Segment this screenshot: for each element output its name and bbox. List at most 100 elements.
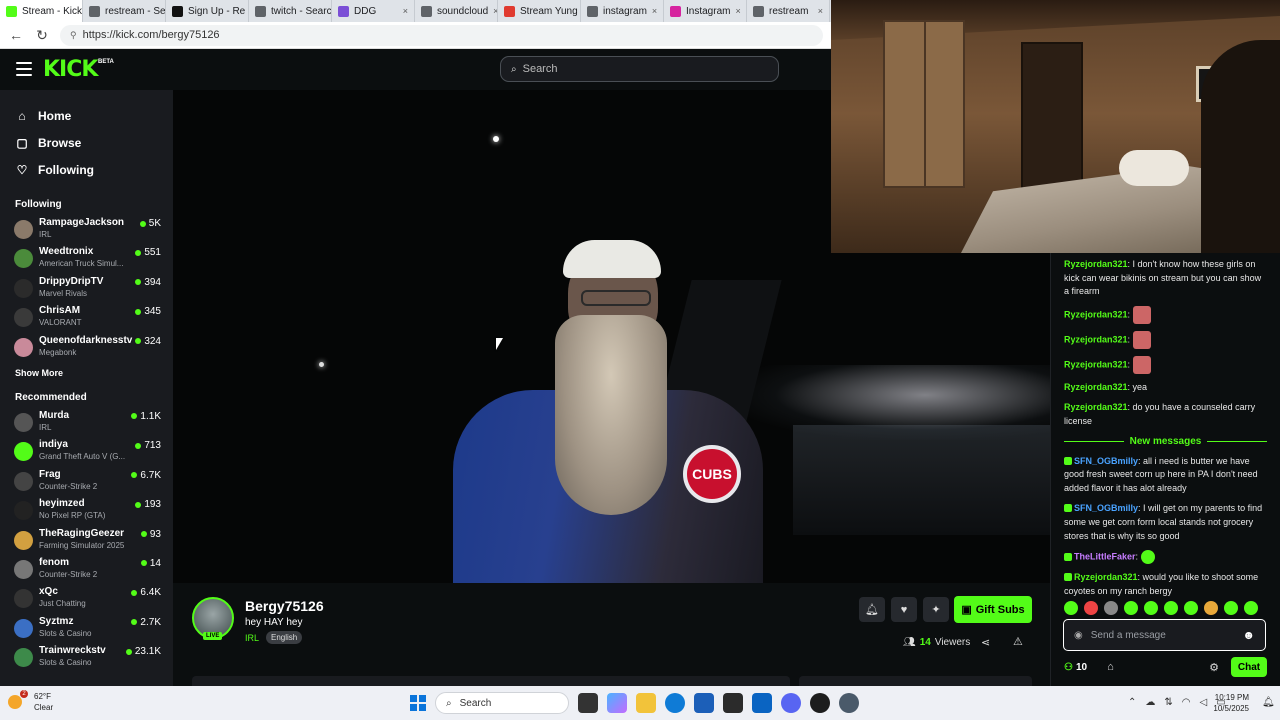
emote-icon[interactable] bbox=[1144, 601, 1158, 615]
back-icon[interactable]: ← bbox=[8, 27, 24, 43]
emote-icon[interactable] bbox=[1124, 601, 1138, 615]
task-view-icon[interactable] bbox=[578, 693, 598, 713]
channel-points[interactable]: ⚇ 10 bbox=[1064, 662, 1087, 673]
emote-icon[interactable] bbox=[1224, 601, 1238, 615]
chat-input[interactable]: ◉ Send a message ☻ bbox=[1063, 619, 1266, 651]
emote-icon[interactable] bbox=[1244, 601, 1258, 615]
emote-icon[interactable] bbox=[1064, 601, 1078, 615]
browser-tab[interactable]: instagram × bbox=[581, 0, 664, 22]
chevron-up-icon[interactable]: ⌃ bbox=[1128, 697, 1136, 708]
sparkle-icon[interactable]: ✦ bbox=[923, 597, 949, 622]
channel-item[interactable]: xQc Just Chatting 6.4K bbox=[0, 584, 173, 613]
channel-item[interactable]: Weedtronix American Truck Simul... 551 bbox=[0, 244, 173, 273]
channel-item[interactable]: Frag Counter-Strike 2 6.7K bbox=[0, 467, 173, 496]
emote-icon[interactable] bbox=[1184, 601, 1198, 615]
channel-item[interactable]: indiya Grand Theft Auto V (G... 713 bbox=[0, 437, 173, 466]
windows-start-icon[interactable] bbox=[410, 695, 426, 711]
dropbox-icon[interactable] bbox=[723, 693, 743, 713]
category-link[interactable]: IRL bbox=[245, 633, 259, 643]
onedrive-icon[interactable]: ☁ bbox=[1145, 697, 1155, 708]
browser-tab[interactable]: restream - Search× bbox=[83, 0, 166, 22]
chat-username[interactable]: Ryzejordan321 bbox=[1064, 359, 1128, 369]
chat-username[interactable]: Ryzejordan321 bbox=[1074, 572, 1138, 582]
sidebar-item-home[interactable]: ⌂ Home bbox=[0, 102, 173, 129]
outlook-icon[interactable] bbox=[752, 693, 772, 713]
settings-icon[interactable] bbox=[839, 693, 859, 713]
search-placeholder: Search bbox=[522, 63, 558, 75]
taskbar-search[interactable]: ⌕ Search bbox=[435, 692, 569, 714]
browser-tab[interactable]: soundcloud × bbox=[415, 0, 498, 22]
emote-icon[interactable] bbox=[1104, 601, 1118, 615]
chat-username[interactable]: TheLittleFaker bbox=[1074, 552, 1136, 562]
gift-subs-button[interactable]: ▣ Gift Subs bbox=[954, 596, 1032, 623]
emoji-icon[interactable]: ☻ bbox=[1242, 628, 1255, 642]
tab-label: restream - Search bbox=[105, 5, 166, 17]
browser-tab[interactable]: Stream Yung× bbox=[498, 0, 581, 22]
browser-tab[interactable]: restream × bbox=[747, 0, 830, 22]
store-icon[interactable]: ⌂ bbox=[1107, 661, 1114, 673]
chat-username[interactable]: Ryzejordan321 bbox=[1064, 402, 1128, 412]
close-icon[interactable]: × bbox=[403, 6, 408, 16]
chat-username[interactable]: Ryzejordan321 bbox=[1064, 382, 1128, 392]
emote-icon[interactable] bbox=[1164, 601, 1178, 615]
bell-icon[interactable]: 🔔︎ bbox=[859, 597, 885, 622]
recommended-heading: Recommended bbox=[15, 391, 87, 403]
copilot-icon[interactable] bbox=[607, 693, 627, 713]
channel-item[interactable]: heyimzed No Pixel RP (GTA) 193 bbox=[0, 496, 173, 525]
notification-bell-icon[interactable]: 🔔︎ bbox=[1262, 697, 1275, 708]
channel-item[interactable]: fenom Counter-Strike 2 14 bbox=[0, 555, 173, 584]
channel-text: RampageJackson IRL bbox=[39, 215, 135, 239]
share-icon[interactable]: ⋖ bbox=[981, 636, 990, 649]
chat-username[interactable]: Ryzejordan321 bbox=[1064, 259, 1128, 269]
store-icon[interactable] bbox=[694, 693, 714, 713]
reload-icon[interactable]: ↻ bbox=[34, 27, 50, 44]
browser-tab[interactable]: Instagram × bbox=[664, 0, 747, 22]
browser-tab[interactable]: twitch - Search× bbox=[249, 0, 332, 22]
discord-icon[interactable] bbox=[781, 693, 801, 713]
obs-icon[interactable] bbox=[810, 693, 830, 713]
file-explorer-icon[interactable] bbox=[636, 693, 656, 713]
mouse-cursor-icon bbox=[496, 338, 503, 350]
network-icon[interactable]: ⇅ bbox=[1164, 697, 1172, 708]
channel-item[interactable]: DrippyDripTV Marvel Rivals 394 bbox=[0, 274, 173, 303]
gear-icon[interactable]: ⚙ bbox=[1209, 661, 1219, 674]
edge-icon[interactable] bbox=[665, 693, 685, 713]
channel-item[interactable]: Syztmz Slots & Casino 2.7K bbox=[0, 614, 173, 643]
language-tag[interactable]: English bbox=[266, 631, 303, 644]
close-icon[interactable]: × bbox=[652, 6, 657, 16]
report-icon[interactable]: ⚠ bbox=[1013, 635, 1023, 648]
clock[interactable]: 10:19 PM 10/5/2025 bbox=[1205, 692, 1249, 714]
sidebar-item-browse[interactable]: ▢ Browse bbox=[0, 129, 173, 156]
close-icon[interactable]: × bbox=[818, 6, 823, 16]
streamer-name[interactable]: Bergy75126 bbox=[245, 598, 324, 614]
channel-item[interactable]: Queenofdarknesstv Megabonk 324 bbox=[0, 333, 173, 362]
site-info-icon[interactable]: ⚲ bbox=[70, 30, 77, 41]
kick-logo[interactable]: KICK bbox=[43, 57, 98, 82]
emote-icon[interactable] bbox=[1204, 601, 1218, 615]
browser-tab[interactable]: DDG × bbox=[332, 0, 415, 22]
browser-tab[interactable]: Sign Up - Re× bbox=[166, 0, 249, 22]
browser-tab[interactable]: Stream - Kick× bbox=[0, 0, 83, 22]
menu-icon[interactable] bbox=[16, 62, 32, 76]
wifi-icon[interactable]: ◠ bbox=[1182, 697, 1191, 708]
channel-item[interactable]: Murda IRL 1.1K bbox=[0, 408, 173, 437]
chat-send-button[interactable]: Chat bbox=[1231, 657, 1267, 677]
channel-item[interactable]: Trainwreckstv Slots & Casino 23.1K bbox=[0, 643, 173, 672]
weather-widget[interactable]: 62°F Clear bbox=[34, 691, 53, 713]
sidebar-item-following[interactable]: ♡ Following bbox=[0, 156, 173, 183]
chat-username[interactable]: Ryzejordan321 bbox=[1064, 309, 1128, 319]
chat-username[interactable]: SFN_OGBmilly bbox=[1074, 503, 1138, 513]
show-more-link[interactable]: Show More bbox=[0, 368, 173, 378]
emote-row bbox=[1064, 601, 1258, 615]
channel-item[interactable]: RampageJackson IRL 5K bbox=[0, 215, 173, 244]
chat-username[interactable]: Ryzejordan321 bbox=[1064, 334, 1128, 344]
emote-icon[interactable] bbox=[1084, 601, 1098, 615]
heart-icon[interactable]: ♥ bbox=[891, 597, 917, 622]
weather-icon[interactable] bbox=[8, 695, 22, 709]
channel-item[interactable]: ChrisAM VALORANT 345 bbox=[0, 303, 173, 332]
search-input[interactable]: ⌕ Search bbox=[500, 56, 779, 82]
close-icon[interactable]: × bbox=[735, 6, 740, 16]
channel-item[interactable]: TheRagingGeezer Farming Simulator 2025 93 bbox=[0, 526, 173, 555]
address-bar[interactable]: ⚲ https://kick.com/bergy75126 bbox=[60, 24, 823, 46]
chat-username[interactable]: SFN_OGBmilly bbox=[1074, 456, 1138, 466]
